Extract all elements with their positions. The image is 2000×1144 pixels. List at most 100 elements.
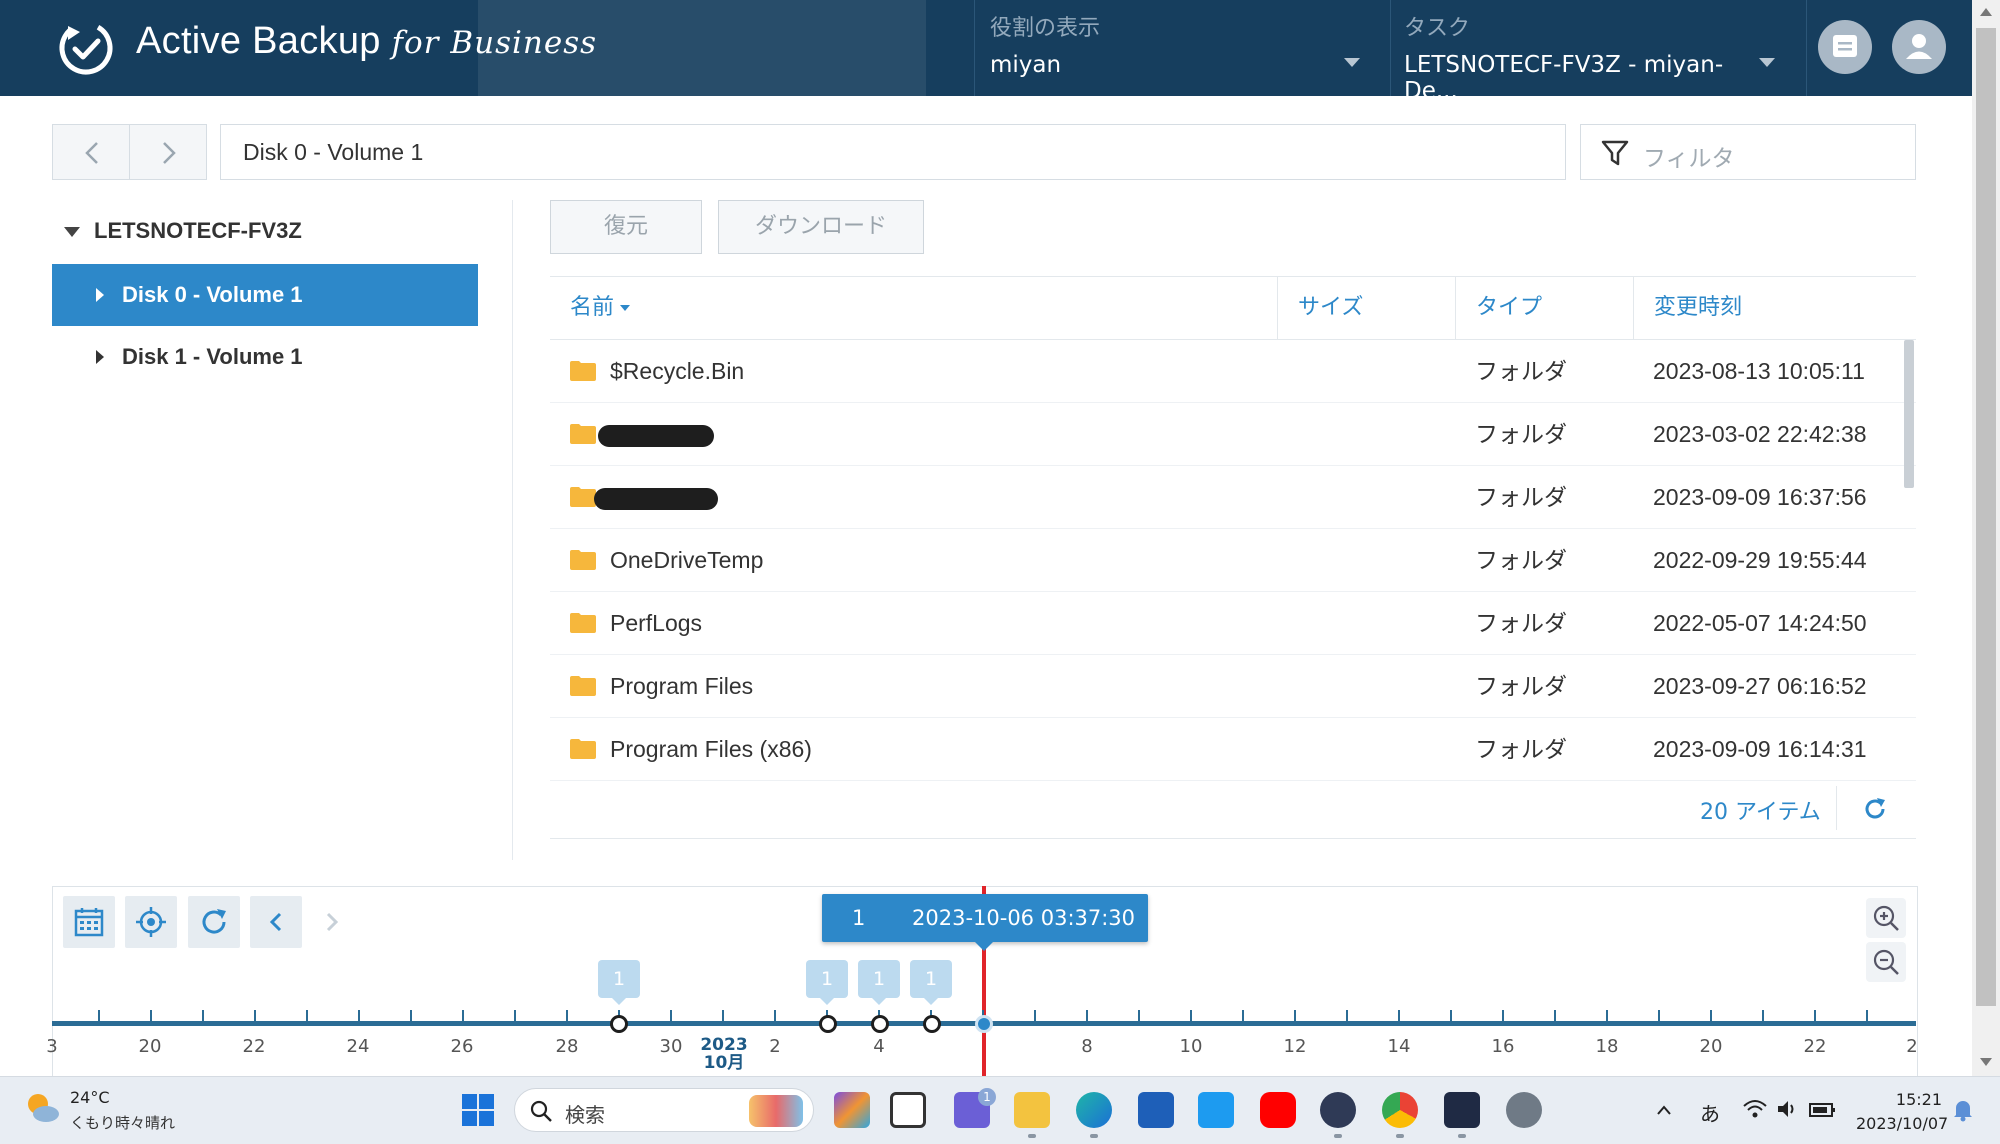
settings-gear-icon[interactable] — [1506, 1092, 1542, 1128]
app-name-suffix: for Business — [391, 25, 598, 61]
table-scrollbar-thumb[interactable] — [1904, 340, 1914, 488]
file-table: 名前 サイズ タイプ 変更時刻 $Recycle.Bin フォルダ 2023-08-… — [550, 276, 1916, 781]
zoom-in-button[interactable] — [1866, 898, 1906, 938]
notification-bell-icon[interactable] — [1952, 1098, 1974, 1122]
zoom-out-icon — [1873, 949, 1899, 975]
version-point[interactable] — [871, 1015, 889, 1033]
system-clock[interactable]: 15:21 2023/10/07 — [1856, 1088, 1948, 1136]
header-divider — [1806, 0, 1807, 96]
running-indicator — [1396, 1134, 1404, 1138]
table-row[interactable]: Program Files フォルダ 2023-09-27 06:16:52 — [550, 655, 1916, 718]
folder-icon — [570, 424, 596, 444]
timeline-refresh-button[interactable] — [188, 896, 240, 948]
version-point[interactable] — [819, 1015, 837, 1033]
tick-mark — [1502, 1010, 1504, 1021]
table-row[interactable]: フォルダ 2023-03-02 22:42:38 — [550, 403, 1916, 466]
taskbar-search-input[interactable]: 検索 — [514, 1088, 814, 1132]
timeline-prev-button[interactable] — [250, 896, 302, 948]
role-selector[interactable]: 役割の表示 miyan — [990, 10, 1370, 78]
version-count-bubble[interactable]: 1 — [598, 960, 640, 1005]
windows-start-icon[interactable] — [460, 1092, 496, 1128]
search-icon — [530, 1100, 552, 1122]
file-explorer-icon[interactable] — [1014, 1092, 1050, 1128]
file-name: Program Files (x86) — [610, 736, 812, 762]
weather-cloudy-sun-icon[interactable] — [22, 1088, 62, 1128]
backup-agent-icon[interactable] — [1320, 1092, 1356, 1128]
app-title: Active Backup for Business — [136, 20, 597, 63]
table-row[interactable]: $Recycle.Bin フォルダ 2023-08-13 10:05:11 — [550, 340, 1916, 403]
running-indicator — [1458, 1134, 1466, 1138]
table-row[interactable]: Program Files (x86) フォルダ 2023-09-09 16:14:… — [550, 718, 1916, 781]
restore-button[interactable]: 復元 — [550, 200, 702, 254]
youtube-icon[interactable] — [1260, 1092, 1296, 1128]
scroll-up-arrow-icon[interactable] — [1980, 8, 1992, 16]
task-chevron-down-icon[interactable] — [1759, 58, 1775, 67]
table-row[interactable]: OneDriveTemp フォルダ 2022-09-29 19:55:44 — [550, 529, 1916, 592]
refresh-icon[interactable] — [1862, 796, 1888, 822]
filter-placeholder: フィルタ — [1643, 146, 1735, 172]
back-button[interactable] — [52, 124, 130, 180]
tray-expand-icon[interactable] — [1654, 1100, 1674, 1120]
cell-type: フォルダ — [1475, 736, 1567, 762]
chrome-browser-icon[interactable] — [1382, 1092, 1418, 1128]
tree-item-disk1-volume1[interactable]: Disk 1 - Volume 1 — [52, 326, 478, 388]
app-dev-icon[interactable] — [1444, 1092, 1480, 1128]
locate-current-button[interactable] — [125, 896, 177, 948]
header-divider — [1390, 0, 1391, 96]
timeline-next-button[interactable] — [306, 896, 358, 948]
volume-icon[interactable] — [1776, 1098, 1800, 1120]
version-count-bubble[interactable]: 1 — [910, 960, 952, 1005]
weather-description: くもり時々晴れ — [70, 1114, 176, 1132]
role-value: miyan — [990, 52, 1062, 78]
tick-mark — [462, 1010, 464, 1021]
selected-version-tooltip: 1 2023-10-06 03:37:30 — [822, 894, 1148, 951]
tree-item-disk0-volume1[interactable]: Disk 0 - Volume 1 — [52, 264, 478, 326]
tick-label: 8 — [1081, 1036, 1093, 1057]
cell-modified: 2023-08-13 10:05:11 — [1653, 358, 1865, 384]
wifi-icon[interactable] — [1742, 1098, 1768, 1120]
folder-icon — [570, 361, 596, 381]
column-header-modified[interactable]: 変更時刻 — [1633, 277, 1891, 340]
tick-label: 3 — [46, 1036, 58, 1057]
path-field[interactable]: Disk 0 - Volume 1 — [220, 124, 1566, 180]
message-button[interactable] — [1818, 20, 1872, 74]
role-chevron-down-icon[interactable] — [1344, 58, 1360, 67]
version-point-selected[interactable] — [975, 1015, 993, 1033]
pane-divider — [512, 200, 513, 860]
window-scrollbar-thumb[interactable] — [1976, 28, 1996, 1006]
download-button[interactable]: ダウンロード — [718, 200, 924, 254]
user-account-button[interactable] — [1892, 20, 1946, 74]
scroll-down-arrow-icon[interactable] — [1980, 1058, 1992, 1066]
version-count-bubble[interactable]: 1 — [806, 960, 848, 1005]
edge-browser-icon[interactable] — [1076, 1092, 1112, 1128]
version-point[interactable] — [923, 1015, 941, 1033]
table-row[interactable]: フォルダ 2023-09-09 16:37:56 — [550, 466, 1916, 529]
column-header-name[interactable]: 名前 — [550, 277, 1277, 340]
tree-root-device[interactable]: LETSNOTECF-FV3Z — [64, 218, 302, 244]
microsoft-store-icon[interactable] — [1138, 1092, 1174, 1128]
forward-button[interactable] — [129, 124, 207, 180]
battery-charging-icon[interactable] — [1808, 1100, 1838, 1120]
column-header-type[interactable]: タイプ — [1455, 277, 1633, 340]
column-header-size[interactable]: サイズ — [1277, 277, 1455, 340]
ime-indicator[interactable]: あ — [1700, 1098, 1720, 1127]
footer-divider — [1836, 786, 1837, 830]
app-preview-icon[interactable] — [834, 1092, 870, 1128]
version-count-bubble[interactable]: 1 — [858, 960, 900, 1005]
cell-modified: 2023-03-02 22:42:38 — [1653, 421, 1867, 447]
filter-input[interactable]: フィルタ — [1580, 124, 1916, 180]
cell-name: $Recycle.Bin — [550, 340, 1277, 403]
cell-type: フォルダ — [1475, 421, 1567, 447]
table-row[interactable]: PerfLogs フォルダ 2022-05-07 14:24:50 — [550, 592, 1916, 655]
twitter-icon[interactable] — [1198, 1092, 1234, 1128]
tick-mark — [1190, 1010, 1192, 1021]
task-view-icon[interactable] — [890, 1092, 926, 1128]
task-selector[interactable]: タスク LETSNOTECF-FV3Z - miyan-De... — [1404, 10, 1764, 104]
tick-mark — [150, 1010, 152, 1021]
tick-mark — [1034, 1010, 1036, 1021]
calendar-button[interactable] — [63, 896, 115, 948]
zoom-out-button[interactable] — [1866, 942, 1906, 982]
cell-type: フォルダ — [1475, 358, 1567, 384]
calendar-icon — [74, 908, 104, 937]
version-point[interactable] — [610, 1015, 628, 1033]
